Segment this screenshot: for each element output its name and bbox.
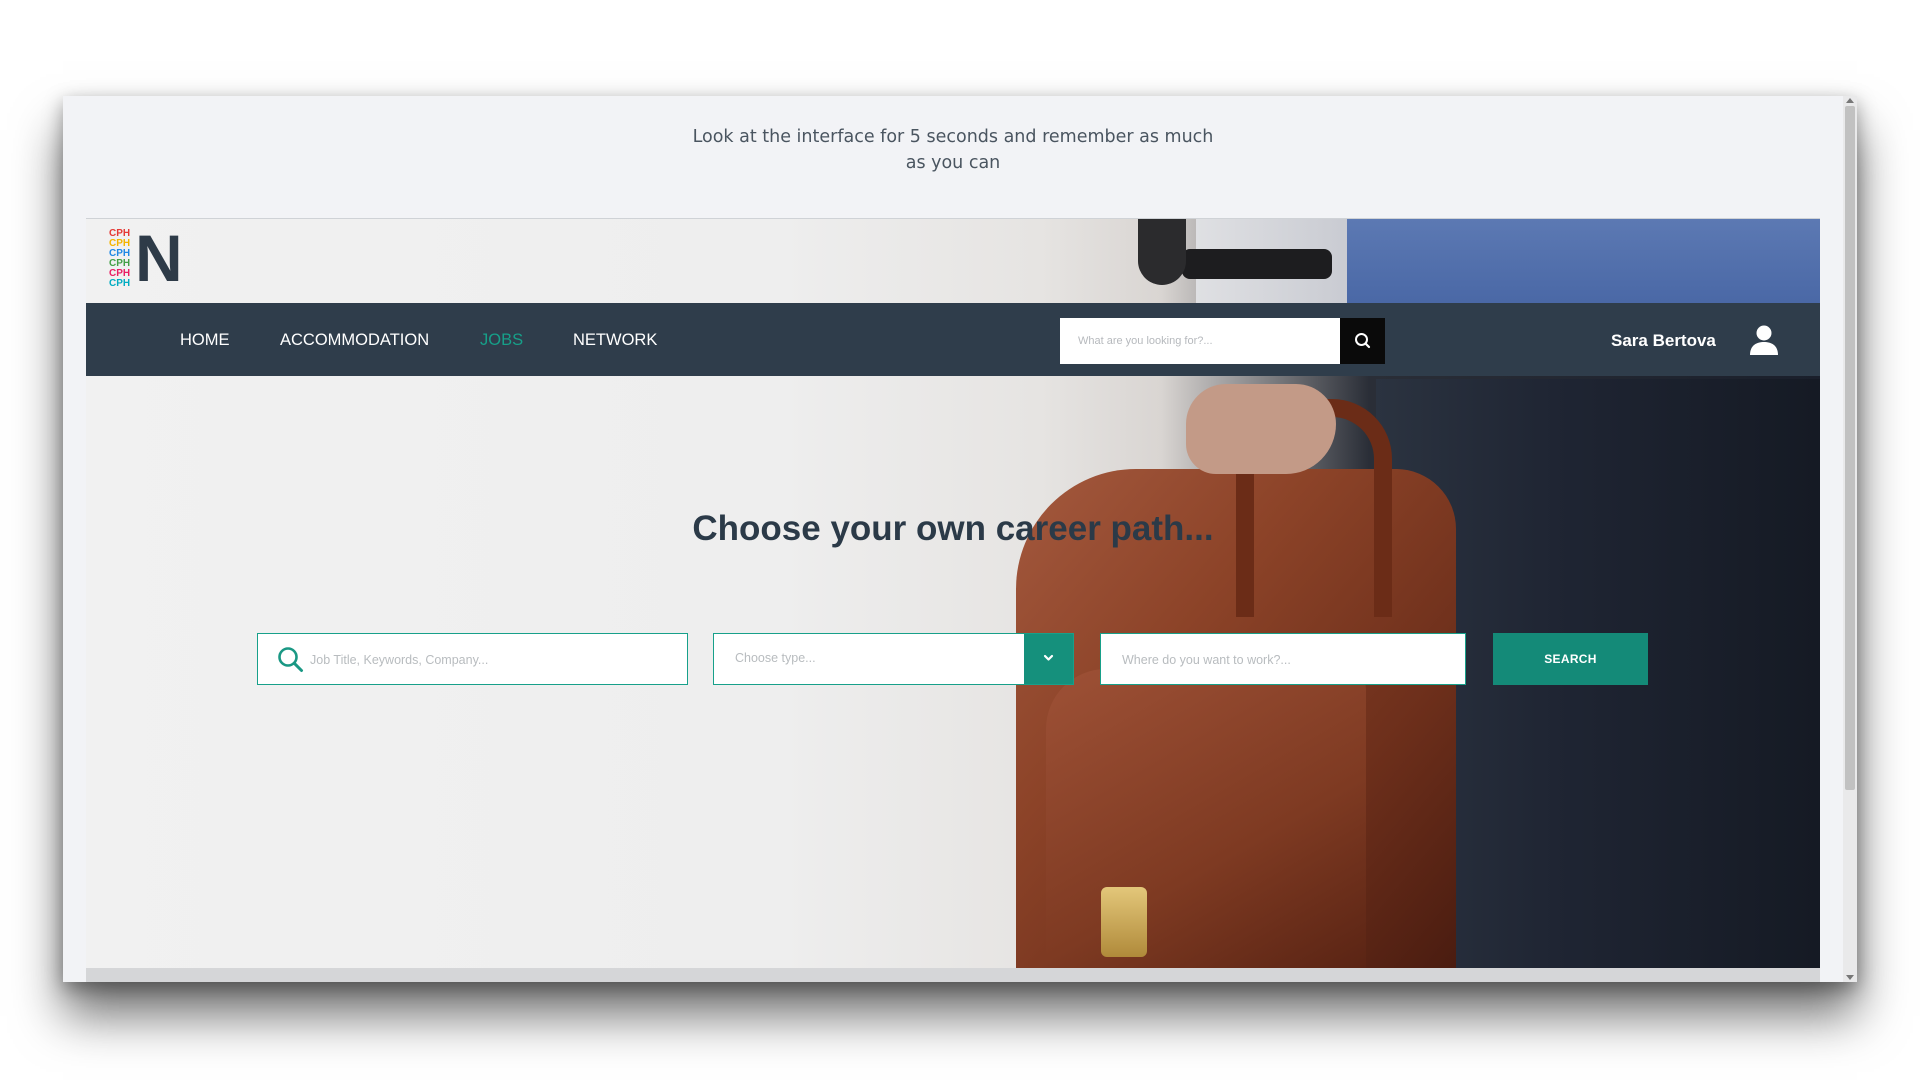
keyword-input[interactable]	[308, 634, 682, 686]
scroll-down-arrow-icon[interactable]	[1846, 975, 1854, 980]
scrollbar-thumb[interactable]	[1845, 106, 1855, 790]
hero-hand	[1186, 384, 1336, 474]
job-type-value: Choose type...	[735, 651, 816, 665]
global-search-input[interactable]	[1060, 318, 1340, 364]
scroll-up-arrow-icon[interactable]	[1846, 98, 1854, 103]
instruction-text: Look at the interface for 5 seconds and …	[692, 127, 1214, 173]
main-nav: HOME ACCOMMODATION JOBS NETWORK Sara Ber…	[86, 303, 1820, 376]
user-icon[interactable]	[1749, 324, 1779, 356]
hero-watch	[1138, 219, 1186, 285]
logo-cph-line: CPH	[109, 278, 131, 289]
browser-window: Look at the interface for 5 seconds and …	[63, 96, 1857, 982]
job-type-select[interactable]: Choose type...	[713, 633, 1074, 685]
nav-item-network[interactable]: NETWORK	[573, 331, 657, 350]
chevron-down-icon	[1043, 654, 1054, 661]
location-field[interactable]	[1100, 633, 1466, 686]
hero-headline: Choose your own career path...	[692, 509, 1214, 548]
search-icon	[278, 647, 303, 672]
app-page: CPH CPH CPH CPH CPH CPH N HOME ACCOMMODA…	[86, 218, 1820, 969]
keyword-field[interactable]	[257, 633, 688, 686]
nav-item-home[interactable]: HOME	[180, 331, 230, 350]
search-icon	[1355, 333, 1371, 349]
hero-watch-strap	[1182, 249, 1332, 279]
nav-item-jobs[interactable]: JOBS	[480, 331, 523, 350]
user-name[interactable]: Sara Bertova	[1611, 331, 1716, 351]
hero-headline-wrap: Choose your own career path...	[86, 509, 1820, 549]
nav-item-accommodation[interactable]: ACCOMMODATION	[280, 331, 429, 350]
logo-letter: N	[135, 221, 183, 295]
global-search-button[interactable]	[1340, 318, 1385, 364]
instruction-banner: Look at the interface for 5 seconds and …	[63, 124, 1843, 176]
hero-briefcase-buckle	[1101, 887, 1147, 957]
hero-briefcase-flap	[1046, 669, 1366, 969]
job-type-dropdown-button[interactable]	[1024, 634, 1073, 684]
hero-suit-sleeve	[1347, 219, 1820, 303]
page-bottom-strip	[86, 968, 1820, 982]
job-search-button[interactable]: SEARCH	[1493, 633, 1648, 685]
vertical-scrollbar[interactable]	[1843, 96, 1857, 982]
site-logo[interactable]: CPH CPH CPH CPH CPH CPH N	[109, 223, 183, 293]
location-input[interactable]	[1120, 634, 1454, 686]
